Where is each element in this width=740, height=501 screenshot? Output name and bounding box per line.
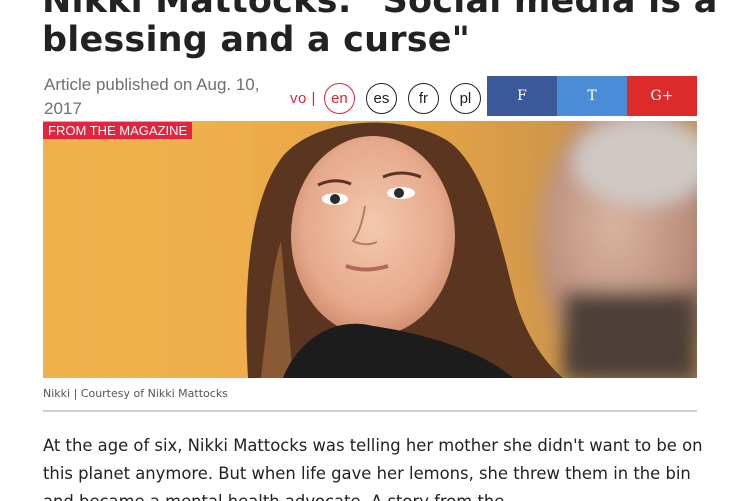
article-title: Nikki Mattocks: "Social media is a bless… bbox=[42, 0, 722, 60]
lang-es-button[interactable]: es bbox=[365, 82, 397, 114]
lang-fr-button[interactable]: fr bbox=[407, 82, 439, 114]
lang-en-button[interactable]: en bbox=[323, 82, 355, 114]
lang-pl-button[interactable]: pl bbox=[449, 82, 481, 114]
share-facebook-button[interactable]: F bbox=[487, 76, 557, 116]
section-tag[interactable]: FROM THE MAGAZINE bbox=[43, 122, 193, 139]
publish-date: Article published on Aug. 10, 2017 bbox=[44, 75, 260, 118]
share-twitter-button[interactable]: T bbox=[557, 76, 627, 116]
language-switcher: vo | en es fr pl bbox=[290, 82, 492, 114]
photo-caption: Nikki | Courtesy of Nikki Mattocks bbox=[43, 387, 228, 400]
article-title-line1: Nikki Mattocks: "Social media is a bbox=[42, 0, 718, 21]
article-photo bbox=[43, 121, 697, 378]
share-google-plus-button[interactable]: G+ bbox=[627, 76, 697, 116]
article-lead: At the age of six, Nikki Mattocks was te… bbox=[43, 436, 703, 501]
divider bbox=[43, 410, 697, 412]
portrait-illustration bbox=[43, 121, 697, 378]
original-version-label[interactable]: vo | bbox=[290, 90, 316, 107]
article-title-line2: blessing and a curse" bbox=[42, 20, 471, 60]
